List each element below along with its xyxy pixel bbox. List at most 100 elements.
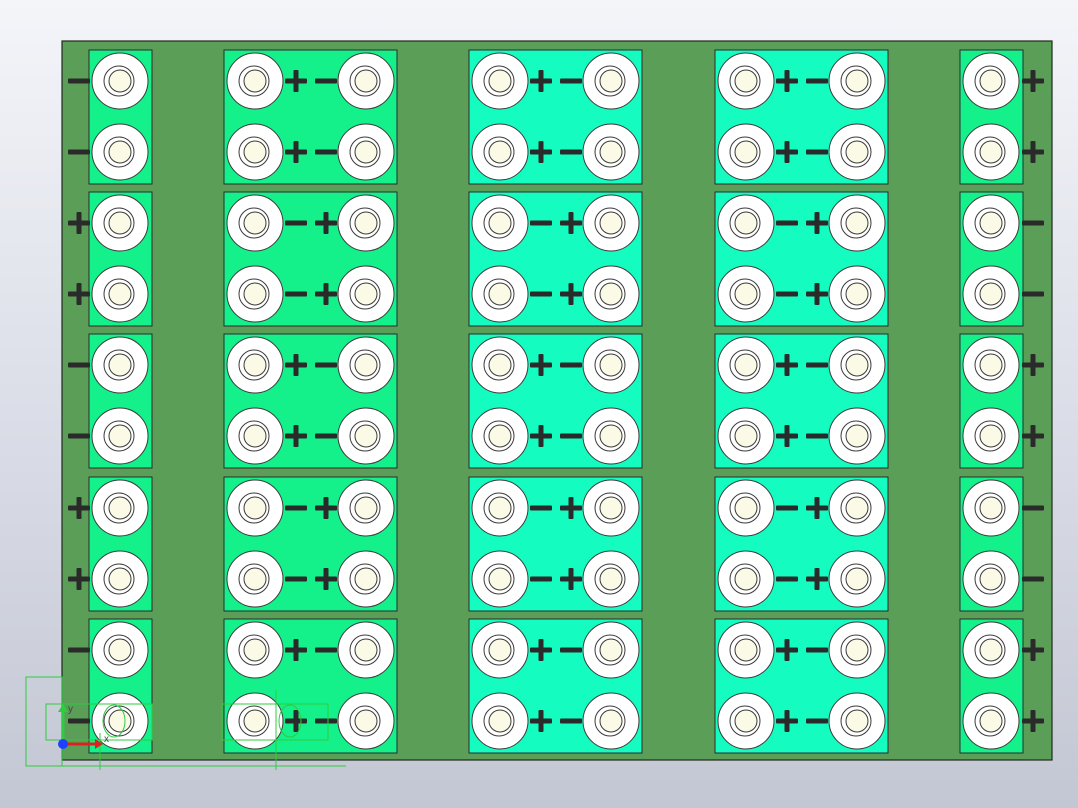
- terminal[interactable]: [828, 407, 886, 465]
- terminal[interactable]: [717, 336, 775, 394]
- terminal[interactable]: [828, 621, 886, 679]
- terminal[interactable]: [471, 479, 529, 537]
- battery-module[interactable]: [223, 476, 398, 612]
- terminal[interactable]: [717, 550, 775, 608]
- terminal[interactable]: [226, 550, 284, 608]
- terminal[interactable]: [717, 194, 775, 252]
- terminal[interactable]: [337, 407, 395, 465]
- terminal[interactable]: [226, 194, 284, 252]
- battery-module[interactable]: [714, 333, 889, 469]
- terminal[interactable]: [226, 621, 284, 679]
- terminal[interactable]: [337, 621, 395, 679]
- terminal[interactable]: [471, 123, 529, 181]
- terminal[interactable]: [962, 123, 1020, 181]
- minus-mark: [560, 718, 582, 724]
- terminal[interactable]: [226, 479, 284, 537]
- terminal[interactable]: [582, 336, 640, 394]
- terminal[interactable]: [828, 52, 886, 110]
- terminal[interactable]: [91, 550, 149, 608]
- terminal[interactable]: [962, 194, 1020, 252]
- terminal-post: [243, 567, 267, 591]
- terminal[interactable]: [717, 123, 775, 181]
- battery-module[interactable]: [714, 476, 889, 612]
- terminal[interactable]: [337, 123, 395, 181]
- terminal[interactable]: [91, 621, 149, 679]
- battery-module[interactable]: [714, 191, 889, 327]
- terminal[interactable]: [337, 692, 395, 750]
- terminal[interactable]: [471, 194, 529, 252]
- battery-module[interactable]: [223, 49, 398, 185]
- terminal[interactable]: [962, 265, 1020, 323]
- terminal[interactable]: [582, 265, 640, 323]
- terminal[interactable]: [962, 550, 1020, 608]
- battery-module[interactable]: [223, 333, 398, 469]
- terminal[interactable]: [582, 123, 640, 181]
- terminal[interactable]: [962, 52, 1020, 110]
- terminal[interactable]: [91, 52, 149, 110]
- terminal[interactable]: [828, 550, 886, 608]
- terminal[interactable]: [962, 479, 1020, 537]
- terminal[interactable]: [471, 550, 529, 608]
- terminal[interactable]: [828, 692, 886, 750]
- terminal[interactable]: [717, 52, 775, 110]
- terminal[interactable]: [471, 336, 529, 394]
- terminal[interactable]: [962, 692, 1020, 750]
- terminal[interactable]: [962, 621, 1020, 679]
- battery-module[interactable]: [714, 49, 889, 185]
- battery-module[interactable]: [468, 476, 643, 612]
- terminal[interactable]: [828, 194, 886, 252]
- terminal[interactable]: [717, 621, 775, 679]
- terminal[interactable]: [337, 479, 395, 537]
- battery-module[interactable]: [468, 618, 643, 754]
- terminal[interactable]: [226, 336, 284, 394]
- terminal[interactable]: [91, 123, 149, 181]
- minus-mark: [806, 362, 828, 368]
- terminal[interactable]: [471, 621, 529, 679]
- cad-viewport[interactable]: x y: [0, 0, 1078, 808]
- terminal[interactable]: [337, 550, 395, 608]
- terminal[interactable]: [337, 336, 395, 394]
- terminal[interactable]: [337, 52, 395, 110]
- terminal-post: [488, 496, 512, 520]
- terminal[interactable]: [91, 407, 149, 465]
- terminal[interactable]: [828, 123, 886, 181]
- terminal[interactable]: [962, 407, 1020, 465]
- terminal[interactable]: [582, 479, 640, 537]
- battery-module[interactable]: [468, 333, 643, 469]
- terminal[interactable]: [828, 336, 886, 394]
- terminal[interactable]: [91, 336, 149, 394]
- battery-module[interactable]: [468, 49, 643, 185]
- terminal[interactable]: [828, 265, 886, 323]
- terminal[interactable]: [471, 692, 529, 750]
- terminal[interactable]: [91, 479, 149, 537]
- terminal[interactable]: [717, 265, 775, 323]
- terminal[interactable]: [226, 692, 284, 750]
- terminal[interactable]: [226, 265, 284, 323]
- terminal[interactable]: [582, 52, 640, 110]
- terminal[interactable]: [91, 194, 149, 252]
- battery-module[interactable]: [714, 618, 889, 754]
- terminal[interactable]: [226, 123, 284, 181]
- terminal[interactable]: [471, 265, 529, 323]
- terminal[interactable]: [582, 621, 640, 679]
- battery-module[interactable]: [223, 618, 398, 754]
- terminal[interactable]: [828, 479, 886, 537]
- terminal[interactable]: [471, 407, 529, 465]
- terminal[interactable]: [582, 550, 640, 608]
- terminal-post: [354, 424, 378, 448]
- terminal[interactable]: [91, 265, 149, 323]
- battery-module[interactable]: [468, 191, 643, 327]
- terminal[interactable]: [962, 336, 1020, 394]
- terminal[interactable]: [226, 52, 284, 110]
- terminal[interactable]: [337, 194, 395, 252]
- terminal[interactable]: [717, 479, 775, 537]
- battery-module[interactable]: [223, 191, 398, 327]
- terminal[interactable]: [582, 692, 640, 750]
- terminal[interactable]: [582, 407, 640, 465]
- terminal[interactable]: [717, 692, 775, 750]
- terminal[interactable]: [226, 407, 284, 465]
- terminal[interactable]: [582, 194, 640, 252]
- terminal[interactable]: [471, 52, 529, 110]
- terminal[interactable]: [717, 407, 775, 465]
- terminal[interactable]: [337, 265, 395, 323]
